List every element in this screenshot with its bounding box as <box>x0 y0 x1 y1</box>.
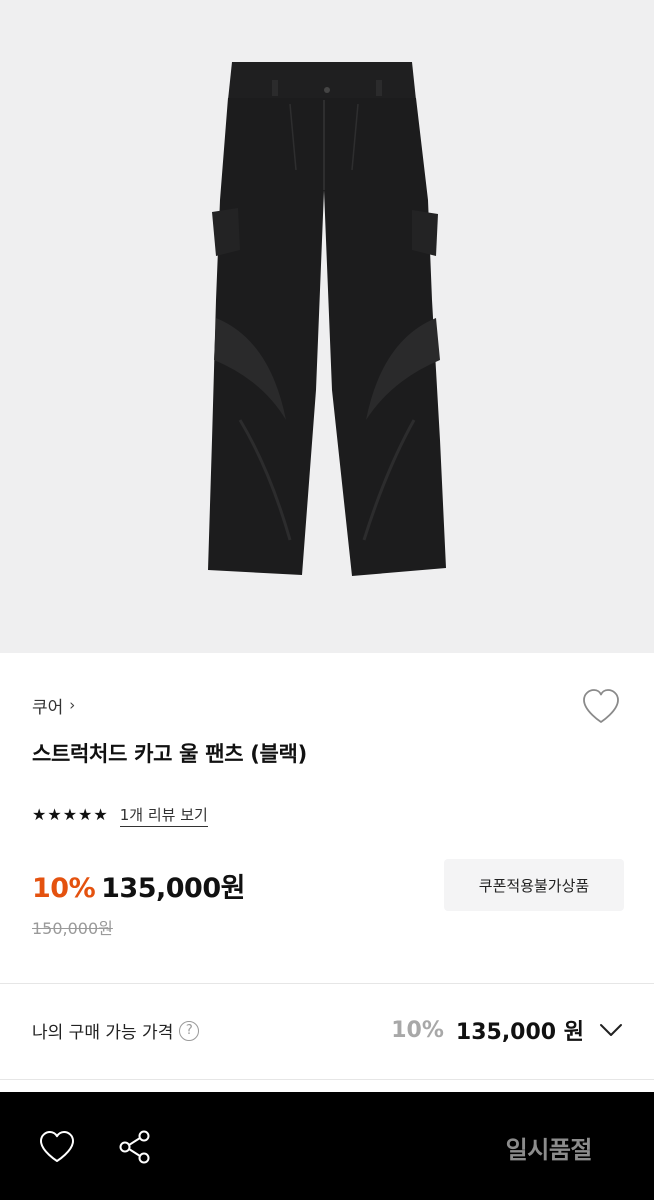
brand-name: 쿠어 <box>32 697 64 718</box>
sold-out-button[interactable]: 일시품절 <box>506 1130 593 1165</box>
chevron-down-icon <box>600 1024 622 1036</box>
star-icon: ★ <box>78 805 93 824</box>
heart-outline-icon[interactable] <box>580 686 622 728</box>
star-icon: ★ <box>32 805 47 824</box>
chevron-right-icon: › <box>69 696 76 714</box>
my-price-discount: 10% <box>391 1017 444 1043</box>
discount-rate: 10% <box>32 873 96 904</box>
share-icon[interactable] <box>116 1128 154 1166</box>
help-icon[interactable]: ? <box>179 1020 200 1041</box>
star-icon: ★ <box>62 805 78 824</box>
rating-stars: ★ ★ ★ ★ ★ <box>32 807 108 823</box>
review-link[interactable]: 1개 리뷰 보기 <box>119 804 208 827</box>
price-row: 10% 135,000원 <box>32 866 245 905</box>
product-image-pants <box>208 62 446 576</box>
heart-icon[interactable] <box>38 1128 76 1166</box>
my-price-label: 나의 구매 가능 가격 <box>32 1023 174 1043</box>
my-price-toggle[interactable]: 10% 135,000 원 <box>391 1014 624 1046</box>
divider <box>0 1079 654 1080</box>
brand-link[interactable]: 쿠어 › <box>32 693 76 718</box>
product-title: 스트럭처드 카고 울 팬츠 (블랙) <box>32 742 307 766</box>
coupon-button[interactable]: 쿠폰적용불가상품 <box>444 859 624 911</box>
my-price-value: 135,000 원 <box>455 1020 584 1045</box>
divider <box>0 983 654 984</box>
product-image[interactable] <box>0 0 654 653</box>
original-price: 150,000원 <box>32 919 113 938</box>
star-icon: ★ <box>93 805 108 824</box>
my-price-label-row: 나의 구매 가능 가격 ? <box>32 1018 200 1043</box>
star-icon: ★ <box>47 805 62 824</box>
sale-price: 135,000원 <box>101 873 245 904</box>
rating-row: ★ ★ ★ ★ ★ 1개 리뷰 보기 <box>32 804 208 827</box>
